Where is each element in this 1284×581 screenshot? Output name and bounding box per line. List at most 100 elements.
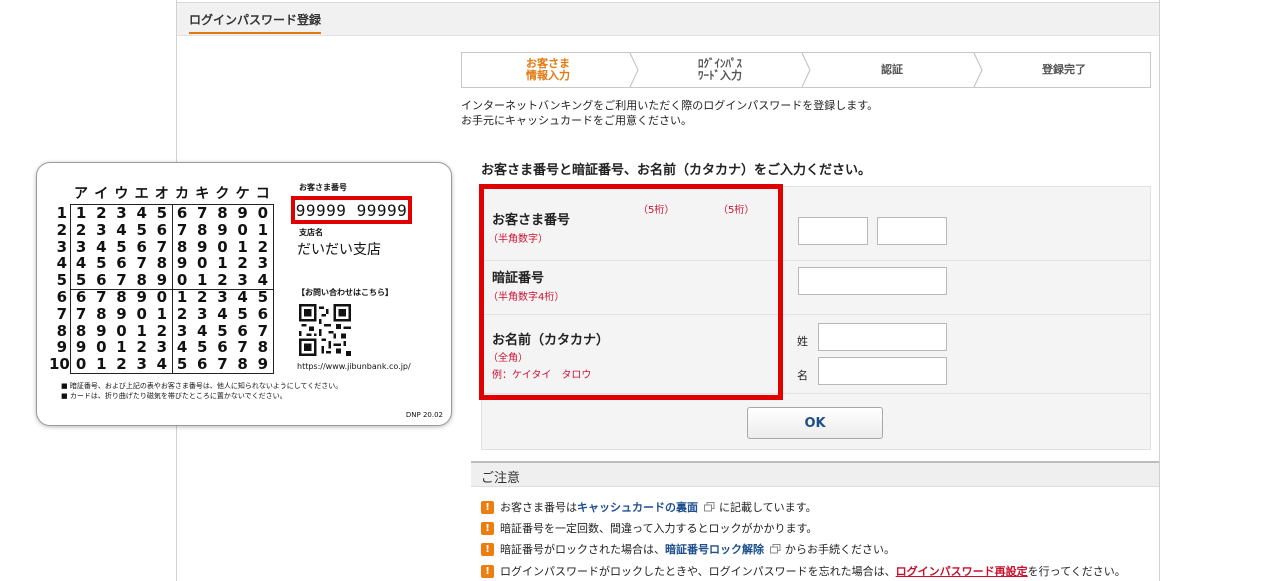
note-item: ! 暗証番号を一定回数、間違って入力するとロックがかかります。	[481, 520, 817, 536]
grid-cell: 5	[217, 321, 228, 340]
grid-cell: 9	[156, 271, 168, 290]
grid-cell: 5	[257, 288, 268, 306]
grid-cell: 5	[75, 271, 87, 290]
grid-cell: 7	[96, 288, 107, 306]
first-name-input[interactable]	[818, 357, 947, 385]
grid-cell: 8	[237, 355, 248, 374]
grid-cell: 3	[116, 204, 127, 222]
card-kana-letter: ケ	[235, 186, 250, 202]
grid-cell: 3	[197, 304, 208, 323]
grid-row: 7890123456	[71, 305, 273, 323]
note-text: に記載しています。	[719, 501, 817, 514]
card-back-link[interactable]: キャッシュカードの裏面	[577, 499, 698, 515]
grid-row: 8901234567	[71, 322, 273, 340]
grid-row: 4567890123	[71, 254, 273, 272]
step-indicator: お客さま 情報入力 ﾛｸﾞｲﾝﾊﾟｽ ﾜｰﾄﾞ入力 認証 登録完了	[461, 52, 1151, 88]
warning-icon: !	[481, 500, 494, 514]
grid-cell: 1	[237, 237, 248, 256]
grid-cell: 1	[176, 288, 188, 306]
card-row-number: 9	[56, 338, 67, 357]
card-row-number: 8	[56, 321, 67, 340]
card-kana-letter: ア	[74, 186, 88, 202]
warning-icon: !	[481, 521, 494, 535]
grid-cell: 2	[217, 271, 228, 290]
card-fine-print: ■ カードは、折り曲げたり磁気を帯びたところに置かないでください。	[61, 392, 287, 400]
grid-row: 1234567890	[71, 204, 273, 222]
grid-cell: 0	[197, 254, 208, 273]
grid-cell: 7	[237, 338, 248, 357]
grid-cell: 1	[257, 220, 268, 239]
grid-cell: 5	[197, 338, 208, 357]
card-kana-letter: コ	[255, 186, 270, 202]
note-text: を行ってください。	[1027, 565, 1126, 578]
grid-row: 3456789012	[71, 238, 273, 256]
grid-cell: 0	[176, 271, 188, 290]
step-customer-info: お客さま 情報入力	[462, 53, 639, 87]
grid-cell: 8	[217, 204, 228, 222]
page-header: ログインパスワード登録	[177, 2, 1159, 36]
grid-cell: 8	[136, 271, 147, 290]
grid-cell: 6	[116, 254, 127, 273]
grid-cell: 9	[237, 204, 248, 222]
pin-input[interactable]	[798, 267, 947, 295]
grid-cell: 6	[75, 288, 87, 306]
grid-cell: 7	[257, 321, 268, 340]
card-row-number: 1	[56, 204, 67, 222]
grid-cell: 4	[96, 237, 107, 256]
card-contact-caption: 【お問い合わせはこちら】	[297, 288, 393, 297]
last-name-input[interactable]	[818, 323, 947, 351]
grid-cell: 1	[136, 321, 147, 340]
intro-line: お手元にキャッシュカードをご用意ください。	[461, 114, 692, 127]
grid-cell: 9	[136, 288, 147, 306]
grid-cell: 5	[156, 204, 168, 222]
external-window-icon	[704, 502, 715, 512]
grid-row: 0123456789	[71, 355, 273, 373]
warning-icon: !	[481, 564, 494, 578]
customer-no-input-1[interactable]	[798, 217, 868, 245]
highlight-frame	[479, 184, 783, 400]
grid-cell: 7	[176, 220, 188, 239]
grid-cell: 0	[217, 237, 228, 256]
step-label: ﾜｰﾄﾞ入力	[698, 69, 742, 82]
grid-cell: 4	[217, 304, 228, 323]
grid-cell: 5	[96, 254, 107, 273]
grid-row: 5678901234	[71, 271, 273, 289]
grid-cell: 7	[156, 237, 168, 256]
card-print-code: DNP 20.02	[405, 411, 443, 419]
grid-cell: 0	[96, 338, 107, 357]
grid-cell: 1	[197, 271, 208, 290]
grid-cell: 4	[176, 338, 188, 357]
grid-cell: 6	[217, 338, 228, 357]
notes-header: ご注意	[471, 461, 1159, 487]
note-item: ! ログインパスワードがロックしたときや、ログインパスワードを忘れた場合は、 ロ…	[481, 563, 1126, 579]
grid-cell: 8	[75, 321, 87, 340]
grid-cell: 5	[136, 220, 147, 239]
grid-cell: 1	[116, 338, 127, 357]
card-kana-letter: カ	[175, 186, 189, 202]
customer-no-input-2[interactable]	[877, 217, 947, 245]
card-branch-name: だいだい支店	[297, 242, 381, 258]
grid-cell: 9	[217, 220, 228, 239]
card-row-number: 3	[56, 237, 67, 256]
grid-cell: 6	[197, 355, 208, 374]
qr-code-icon	[299, 304, 351, 356]
grid-cell: 2	[136, 338, 147, 357]
card-row-number: 2	[56, 220, 67, 239]
grid-cell: 1	[75, 204, 87, 222]
note-text: からお手続ください。	[785, 543, 895, 556]
password-reset-link[interactable]: ログインパスワード再設定	[896, 563, 1028, 579]
grid-cell: 8	[96, 304, 107, 323]
card-row-number: 6	[56, 288, 67, 306]
note-text: お客さま番号は	[500, 501, 577, 514]
pin-unlock-link[interactable]: 暗証番号ロック解除	[665, 541, 764, 557]
ok-button[interactable]: OK	[747, 407, 883, 439]
notes-title: ご注意	[481, 471, 521, 486]
grid-cell: 6	[257, 304, 268, 323]
grid-cell: 3	[96, 220, 107, 239]
grid-cell: 9	[257, 355, 268, 374]
card-kana-letter: キ	[195, 186, 210, 202]
note-text: 暗証番号を一定回数、間違って入力するとロックがかかります。	[500, 522, 818, 535]
grid-cell: 3	[156, 338, 168, 357]
grid-cell: 7	[217, 355, 228, 374]
grid-cell: 9	[75, 338, 87, 357]
